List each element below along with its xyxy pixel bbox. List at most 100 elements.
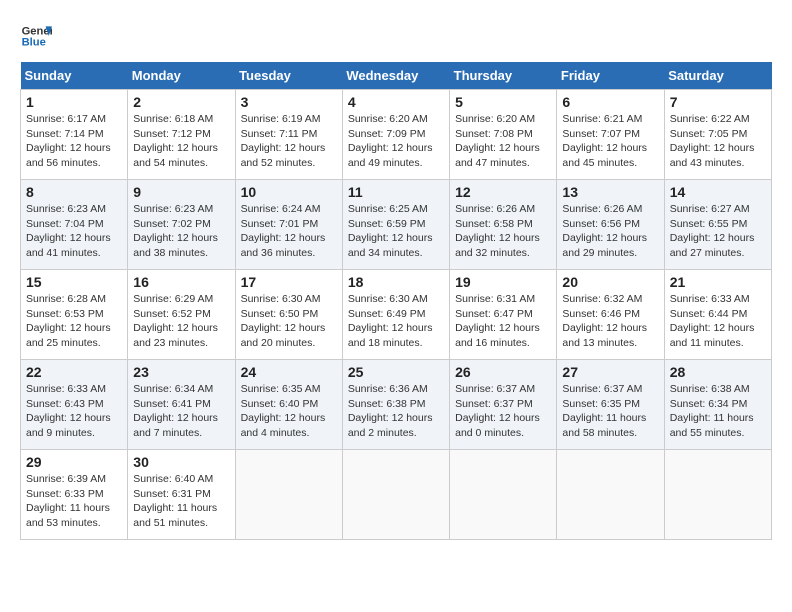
day-number: 11	[348, 184, 444, 200]
day-number: 23	[133, 364, 229, 380]
calendar-cell: 28 Sunrise: 6:38 AMSunset: 6:34 PMDaylig…	[664, 360, 771, 450]
day-info: Sunrise: 6:36 AMSunset: 6:38 PMDaylight:…	[348, 383, 433, 439]
day-info: Sunrise: 6:38 AMSunset: 6:34 PMDaylight:…	[670, 383, 754, 439]
day-info: Sunrise: 6:28 AMSunset: 6:53 PMDaylight:…	[26, 293, 111, 349]
day-number: 29	[26, 454, 122, 470]
calendar-cell	[557, 450, 664, 540]
calendar-cell: 14 Sunrise: 6:27 AMSunset: 6:55 PMDaylig…	[664, 180, 771, 270]
day-info: Sunrise: 6:17 AMSunset: 7:14 PMDaylight:…	[26, 113, 111, 169]
day-number: 30	[133, 454, 229, 470]
calendar-cell: 29 Sunrise: 6:39 AMSunset: 6:33 PMDaylig…	[21, 450, 128, 540]
calendar-week-row: 8 Sunrise: 6:23 AMSunset: 7:04 PMDayligh…	[21, 180, 772, 270]
day-info: Sunrise: 6:33 AMSunset: 6:44 PMDaylight:…	[670, 293, 755, 349]
day-info: Sunrise: 6:24 AMSunset: 7:01 PMDaylight:…	[241, 203, 326, 259]
calendar-cell: 20 Sunrise: 6:32 AMSunset: 6:46 PMDaylig…	[557, 270, 664, 360]
day-info: Sunrise: 6:37 AMSunset: 6:37 PMDaylight:…	[455, 383, 540, 439]
calendar-cell: 26 Sunrise: 6:37 AMSunset: 6:37 PMDaylig…	[450, 360, 557, 450]
day-info: Sunrise: 6:21 AMSunset: 7:07 PMDaylight:…	[562, 113, 647, 169]
calendar-cell: 17 Sunrise: 6:30 AMSunset: 6:50 PMDaylig…	[235, 270, 342, 360]
day-number: 3	[241, 94, 337, 110]
day-number: 24	[241, 364, 337, 380]
calendar-cell: 21 Sunrise: 6:33 AMSunset: 6:44 PMDaylig…	[664, 270, 771, 360]
day-number: 1	[26, 94, 122, 110]
calendar-cell: 18 Sunrise: 6:30 AMSunset: 6:49 PMDaylig…	[342, 270, 449, 360]
calendar-header: SundayMondayTuesdayWednesdayThursdayFrid…	[21, 62, 772, 90]
weekday-header-saturday: Saturday	[664, 62, 771, 90]
calendar-cell: 12 Sunrise: 6:26 AMSunset: 6:58 PMDaylig…	[450, 180, 557, 270]
calendar-week-row: 1 Sunrise: 6:17 AMSunset: 7:14 PMDayligh…	[21, 90, 772, 180]
calendar-body: 1 Sunrise: 6:17 AMSunset: 7:14 PMDayligh…	[21, 90, 772, 540]
calendar-cell: 15 Sunrise: 6:28 AMSunset: 6:53 PMDaylig…	[21, 270, 128, 360]
calendar-cell: 25 Sunrise: 6:36 AMSunset: 6:38 PMDaylig…	[342, 360, 449, 450]
day-info: Sunrise: 6:39 AMSunset: 6:33 PMDaylight:…	[26, 473, 110, 529]
day-info: Sunrise: 6:22 AMSunset: 7:05 PMDaylight:…	[670, 113, 755, 169]
calendar-cell: 9 Sunrise: 6:23 AMSunset: 7:02 PMDayligh…	[128, 180, 235, 270]
day-info: Sunrise: 6:25 AMSunset: 6:59 PMDaylight:…	[348, 203, 433, 259]
day-info: Sunrise: 6:30 AMSunset: 6:50 PMDaylight:…	[241, 293, 326, 349]
calendar-cell: 7 Sunrise: 6:22 AMSunset: 7:05 PMDayligh…	[664, 90, 771, 180]
calendar-cell	[342, 450, 449, 540]
day-info: Sunrise: 6:35 AMSunset: 6:40 PMDaylight:…	[241, 383, 326, 439]
logo-icon: General Blue	[20, 20, 52, 52]
day-number: 21	[670, 274, 766, 290]
weekday-header-tuesday: Tuesday	[235, 62, 342, 90]
day-info: Sunrise: 6:20 AMSunset: 7:09 PMDaylight:…	[348, 113, 433, 169]
calendar-cell: 16 Sunrise: 6:29 AMSunset: 6:52 PMDaylig…	[128, 270, 235, 360]
day-number: 4	[348, 94, 444, 110]
day-number: 5	[455, 94, 551, 110]
calendar-cell: 3 Sunrise: 6:19 AMSunset: 7:11 PMDayligh…	[235, 90, 342, 180]
calendar-cell: 10 Sunrise: 6:24 AMSunset: 7:01 PMDaylig…	[235, 180, 342, 270]
day-info: Sunrise: 6:20 AMSunset: 7:08 PMDaylight:…	[455, 113, 540, 169]
day-info: Sunrise: 6:31 AMSunset: 6:47 PMDaylight:…	[455, 293, 540, 349]
calendar-table: SundayMondayTuesdayWednesdayThursdayFrid…	[20, 62, 772, 540]
day-number: 10	[241, 184, 337, 200]
day-number: 9	[133, 184, 229, 200]
day-number: 8	[26, 184, 122, 200]
day-number: 19	[455, 274, 551, 290]
day-number: 18	[348, 274, 444, 290]
calendar-cell: 22 Sunrise: 6:33 AMSunset: 6:43 PMDaylig…	[21, 360, 128, 450]
calendar-cell: 11 Sunrise: 6:25 AMSunset: 6:59 PMDaylig…	[342, 180, 449, 270]
day-number: 22	[26, 364, 122, 380]
calendar-cell: 27 Sunrise: 6:37 AMSunset: 6:35 PMDaylig…	[557, 360, 664, 450]
calendar-cell: 6 Sunrise: 6:21 AMSunset: 7:07 PMDayligh…	[557, 90, 664, 180]
calendar-cell: 19 Sunrise: 6:31 AMSunset: 6:47 PMDaylig…	[450, 270, 557, 360]
calendar-week-row: 22 Sunrise: 6:33 AMSunset: 6:43 PMDaylig…	[21, 360, 772, 450]
weekday-header-monday: Monday	[128, 62, 235, 90]
day-number: 13	[562, 184, 658, 200]
day-info: Sunrise: 6:40 AMSunset: 6:31 PMDaylight:…	[133, 473, 217, 529]
day-info: Sunrise: 6:27 AMSunset: 6:55 PMDaylight:…	[670, 203, 755, 259]
day-info: Sunrise: 6:23 AMSunset: 7:04 PMDaylight:…	[26, 203, 111, 259]
calendar-cell	[450, 450, 557, 540]
weekday-header-row: SundayMondayTuesdayWednesdayThursdayFrid…	[21, 62, 772, 90]
day-number: 25	[348, 364, 444, 380]
day-number: 28	[670, 364, 766, 380]
day-info: Sunrise: 6:33 AMSunset: 6:43 PMDaylight:…	[26, 383, 111, 439]
calendar-cell: 8 Sunrise: 6:23 AMSunset: 7:04 PMDayligh…	[21, 180, 128, 270]
logo: General Blue	[20, 20, 52, 52]
calendar-cell: 1 Sunrise: 6:17 AMSunset: 7:14 PMDayligh…	[21, 90, 128, 180]
day-info: Sunrise: 6:34 AMSunset: 6:41 PMDaylight:…	[133, 383, 218, 439]
calendar-cell: 13 Sunrise: 6:26 AMSunset: 6:56 PMDaylig…	[557, 180, 664, 270]
day-number: 7	[670, 94, 766, 110]
calendar-cell	[664, 450, 771, 540]
day-number: 26	[455, 364, 551, 380]
day-info: Sunrise: 6:26 AMSunset: 6:58 PMDaylight:…	[455, 203, 540, 259]
day-number: 15	[26, 274, 122, 290]
day-number: 6	[562, 94, 658, 110]
calendar-cell	[235, 450, 342, 540]
weekday-header-wednesday: Wednesday	[342, 62, 449, 90]
day-info: Sunrise: 6:18 AMSunset: 7:12 PMDaylight:…	[133, 113, 218, 169]
day-info: Sunrise: 6:37 AMSunset: 6:35 PMDaylight:…	[562, 383, 646, 439]
calendar-week-row: 15 Sunrise: 6:28 AMSunset: 6:53 PMDaylig…	[21, 270, 772, 360]
calendar-cell: 4 Sunrise: 6:20 AMSunset: 7:09 PMDayligh…	[342, 90, 449, 180]
calendar-cell: 23 Sunrise: 6:34 AMSunset: 6:41 PMDaylig…	[128, 360, 235, 450]
day-number: 17	[241, 274, 337, 290]
day-number: 16	[133, 274, 229, 290]
day-info: Sunrise: 6:29 AMSunset: 6:52 PMDaylight:…	[133, 293, 218, 349]
day-number: 14	[670, 184, 766, 200]
page-header: General Blue	[20, 20, 772, 52]
day-info: Sunrise: 6:30 AMSunset: 6:49 PMDaylight:…	[348, 293, 433, 349]
day-number: 12	[455, 184, 551, 200]
day-info: Sunrise: 6:19 AMSunset: 7:11 PMDaylight:…	[241, 113, 326, 169]
